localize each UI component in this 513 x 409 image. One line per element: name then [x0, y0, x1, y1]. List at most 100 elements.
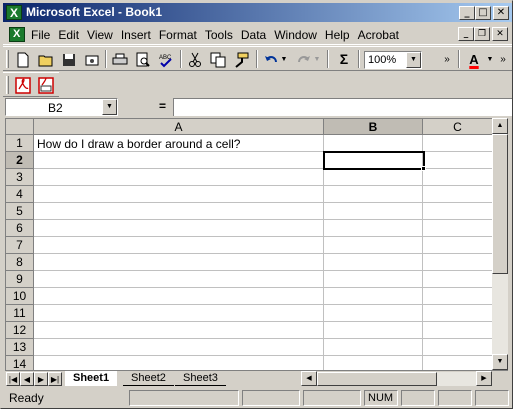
toolbar-separator: [458, 50, 460, 68]
menu-file[interactable]: File: [31, 28, 54, 42]
scroll-right-arrow-icon[interactable]: ▶: [476, 371, 492, 386]
row-header[interactable]: 3: [6, 169, 34, 186]
toolbar-grip[interactable]: [6, 76, 9, 94]
row-header[interactable]: 4: [6, 186, 34, 203]
row-header[interactable]: 2: [6, 152, 34, 169]
scroll-left-arrow-icon[interactable]: ◀: [301, 371, 317, 386]
column-header-a[interactable]: A: [34, 119, 324, 135]
toolbar-grip[interactable]: [6, 50, 9, 68]
first-sheet-icon[interactable]: |◀: [6, 372, 20, 386]
cut-icon[interactable]: [184, 50, 206, 70]
last-sheet-icon[interactable]: ▶|: [48, 372, 62, 386]
title-bar[interactable]: X Microsoft Excel - Book1 _ □ ✕: [3, 3, 512, 22]
toolbar-separator: [256, 50, 258, 68]
gridline: [323, 135, 324, 370]
row-header[interactable]: 12: [6, 322, 34, 339]
formatting-toolbar-chevron-icon[interactable]: »: [497, 50, 509, 70]
sheet-tabs-bar: |◀ ◀ ▶ ▶| Sheet1 Sheet2 Sheet3 ◀ ▶: [5, 370, 508, 386]
menu-help[interactable]: Help: [321, 28, 354, 42]
excel-app-icon[interactable]: X: [6, 5, 22, 20]
copy-icon[interactable]: [207, 50, 229, 70]
scroll-up-arrow-icon[interactable]: ▲: [492, 118, 508, 134]
open-folder-icon[interactable]: [35, 50, 57, 70]
window-title: Microsoft Excel - Book1: [26, 5, 163, 19]
zoom-dropdown-arrow-icon[interactable]: ▼: [406, 52, 421, 68]
row-header[interactable]: 6: [6, 220, 34, 237]
toolbar-separator: [327, 50, 329, 68]
workbook-minimize-button[interactable]: _: [458, 27, 474, 41]
workbook-icon[interactable]: X: [9, 27, 25, 42]
convert-to-pdf-icon[interactable]: [12, 76, 34, 96]
row-header[interactable]: 10: [6, 288, 34, 305]
close-button[interactable]: ✕: [493, 6, 509, 20]
format-painter-icon[interactable]: [230, 50, 252, 70]
horizontal-scroll-thumb[interactable]: [317, 372, 437, 386]
print-preview-icon[interactable]: [132, 50, 154, 70]
redo-dropdown-icon[interactable]: ▼: [312, 50, 322, 70]
menu-view[interactable]: View: [83, 28, 117, 42]
pdf-toolbar: [3, 72, 59, 97]
formula-input[interactable]: [173, 98, 512, 116]
cell-a1[interactable]: How do I draw a border around a cell?: [37, 137, 240, 151]
row-header[interactable]: 8: [6, 254, 34, 271]
save-icon[interactable]: [58, 50, 80, 70]
gridline: [34, 202, 492, 203]
status-text: Ready: [9, 391, 44, 405]
active-cell-b2[interactable]: [323, 151, 425, 170]
previous-sheet-icon[interactable]: ◀: [20, 372, 34, 386]
worksheet-grid[interactable]: A B C 1 2 3 4 5 6 7 8 9 10 11 12 13 14 H…: [5, 118, 492, 370]
undo-dropdown-icon[interactable]: ▼: [279, 50, 289, 70]
sheet-tab-sheet1[interactable]: Sheet1: [65, 371, 118, 386]
font-color-dropdown-icon[interactable]: ▼: [485, 50, 495, 70]
menu-window[interactable]: Window: [270, 28, 321, 42]
column-header-b[interactable]: B: [324, 119, 423, 135]
menu-edit[interactable]: Edit: [54, 28, 83, 42]
menu-bar: X File Edit View Insert Format Tools Dat…: [3, 24, 512, 45]
toolbar-options-chevron-icon[interactable]: »: [441, 50, 453, 70]
workbook-restore-button[interactable]: ❐: [474, 27, 490, 41]
sheet-tab-sheet2[interactable]: Sheet2: [123, 371, 174, 386]
autosum-button[interactable]: Σ: [333, 50, 355, 70]
sheet-tab-sheet3[interactable]: Sheet3: [175, 371, 226, 386]
menu-data[interactable]: Data: [237, 28, 270, 42]
gridline: [34, 287, 492, 288]
vertical-scrollbar[interactable]: ▲ ▼: [492, 118, 508, 370]
row-header[interactable]: 5: [6, 203, 34, 220]
gridline: [34, 253, 492, 254]
minimize-button[interactable]: _: [459, 6, 475, 20]
row-header[interactable]: 13: [6, 339, 34, 356]
menu-insert[interactable]: Insert: [117, 28, 155, 42]
menu-acrobat[interactable]: Acrobat: [354, 28, 403, 42]
print-icon[interactable]: [109, 50, 131, 70]
gridline: [34, 236, 492, 237]
zoom-value: 100%: [368, 54, 397, 66]
zoom-dropdown[interactable]: 100% ▼: [364, 51, 422, 69]
menu-tools[interactable]: Tools: [201, 28, 237, 42]
vertical-scroll-thumb[interactable]: [492, 134, 508, 274]
spelling-icon[interactable]: ABC: [155, 50, 177, 70]
new-document-icon[interactable]: [12, 50, 34, 70]
status-panel: [438, 390, 472, 406]
name-box-dropdown-arrow-icon[interactable]: ▼: [102, 99, 117, 115]
convert-and-email-pdf-icon[interactable]: [35, 76, 57, 96]
next-sheet-icon[interactable]: ▶: [34, 372, 48, 386]
maximize-button[interactable]: □: [475, 6, 491, 20]
workbook-close-button[interactable]: ✕: [492, 27, 508, 41]
row-header[interactable]: 1: [6, 135, 34, 152]
row-header[interactable]: 11: [6, 305, 34, 322]
row-header[interactable]: 14: [6, 356, 34, 370]
font-color-button[interactable]: A: [463, 50, 485, 70]
gridline: [34, 219, 492, 220]
toolbar-separator: [358, 50, 360, 68]
select-all-corner[interactable]: [6, 119, 34, 135]
fill-handle[interactable]: [421, 166, 426, 171]
column-header-c[interactable]: C: [423, 119, 492, 135]
horizontal-scrollbar[interactable]: ◀ ▶: [301, 371, 492, 386]
row-header[interactable]: 9: [6, 271, 34, 288]
permission-icon[interactable]: [81, 50, 103, 70]
scroll-down-arrow-icon[interactable]: ▼: [492, 354, 508, 370]
row-header[interactable]: 7: [6, 237, 34, 254]
menu-format[interactable]: Format: [155, 28, 201, 42]
name-box[interactable]: B2 ▼: [5, 98, 118, 116]
toolbar-separator: [180, 50, 182, 68]
